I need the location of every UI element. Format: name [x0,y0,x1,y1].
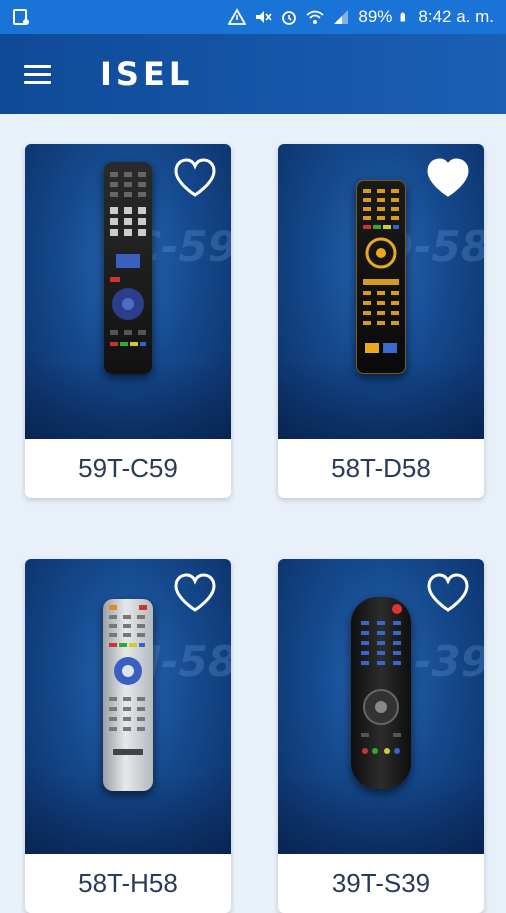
remote-model-label: 39T-S39 [331,868,431,898]
favorite-heart-icon[interactable] [173,158,217,198]
clock: 8:42 a. m. [418,7,494,26]
remote-card[interactable]: D-58 58T-D58 [278,144,484,498]
remote-card[interactable]: S-39 39T-S39 [278,559,484,913]
remote-control-picture [351,597,411,789]
favorite-heart-icon[interactable] [426,573,470,613]
storage-icon [13,9,29,25]
remote-control-picture [103,599,153,791]
status-bar: 89% 8:42 a. m. [0,0,506,34]
remote-model-label: 59T-C59 [78,453,178,483]
signal-icon [334,10,349,24]
remote-card[interactable]: C-59 59T-C59 [25,144,231,498]
mute-icon [256,11,272,23]
remote-control-picture [104,162,152,374]
hamburger-menu-icon[interactable] [24,54,64,94]
app-bar: ISEL [0,34,506,114]
favorite-heart-icon[interactable] [426,158,470,198]
remote-model-label: 58T-D58 [331,453,431,483]
alarm-icon [282,11,297,25]
remote-card[interactable]: H-58 58T-H58 [25,559,231,913]
battery-percent: 89% [358,7,393,26]
favorite-heart-icon[interactable] [173,573,217,613]
remote-model-label: 58T-H58 [78,868,178,898]
alert-icon [228,8,247,25]
wifi-icon [306,10,324,24]
app-logo: ISEL [100,55,194,93]
battery-icon [400,12,406,22]
remote-control-picture [356,180,406,374]
